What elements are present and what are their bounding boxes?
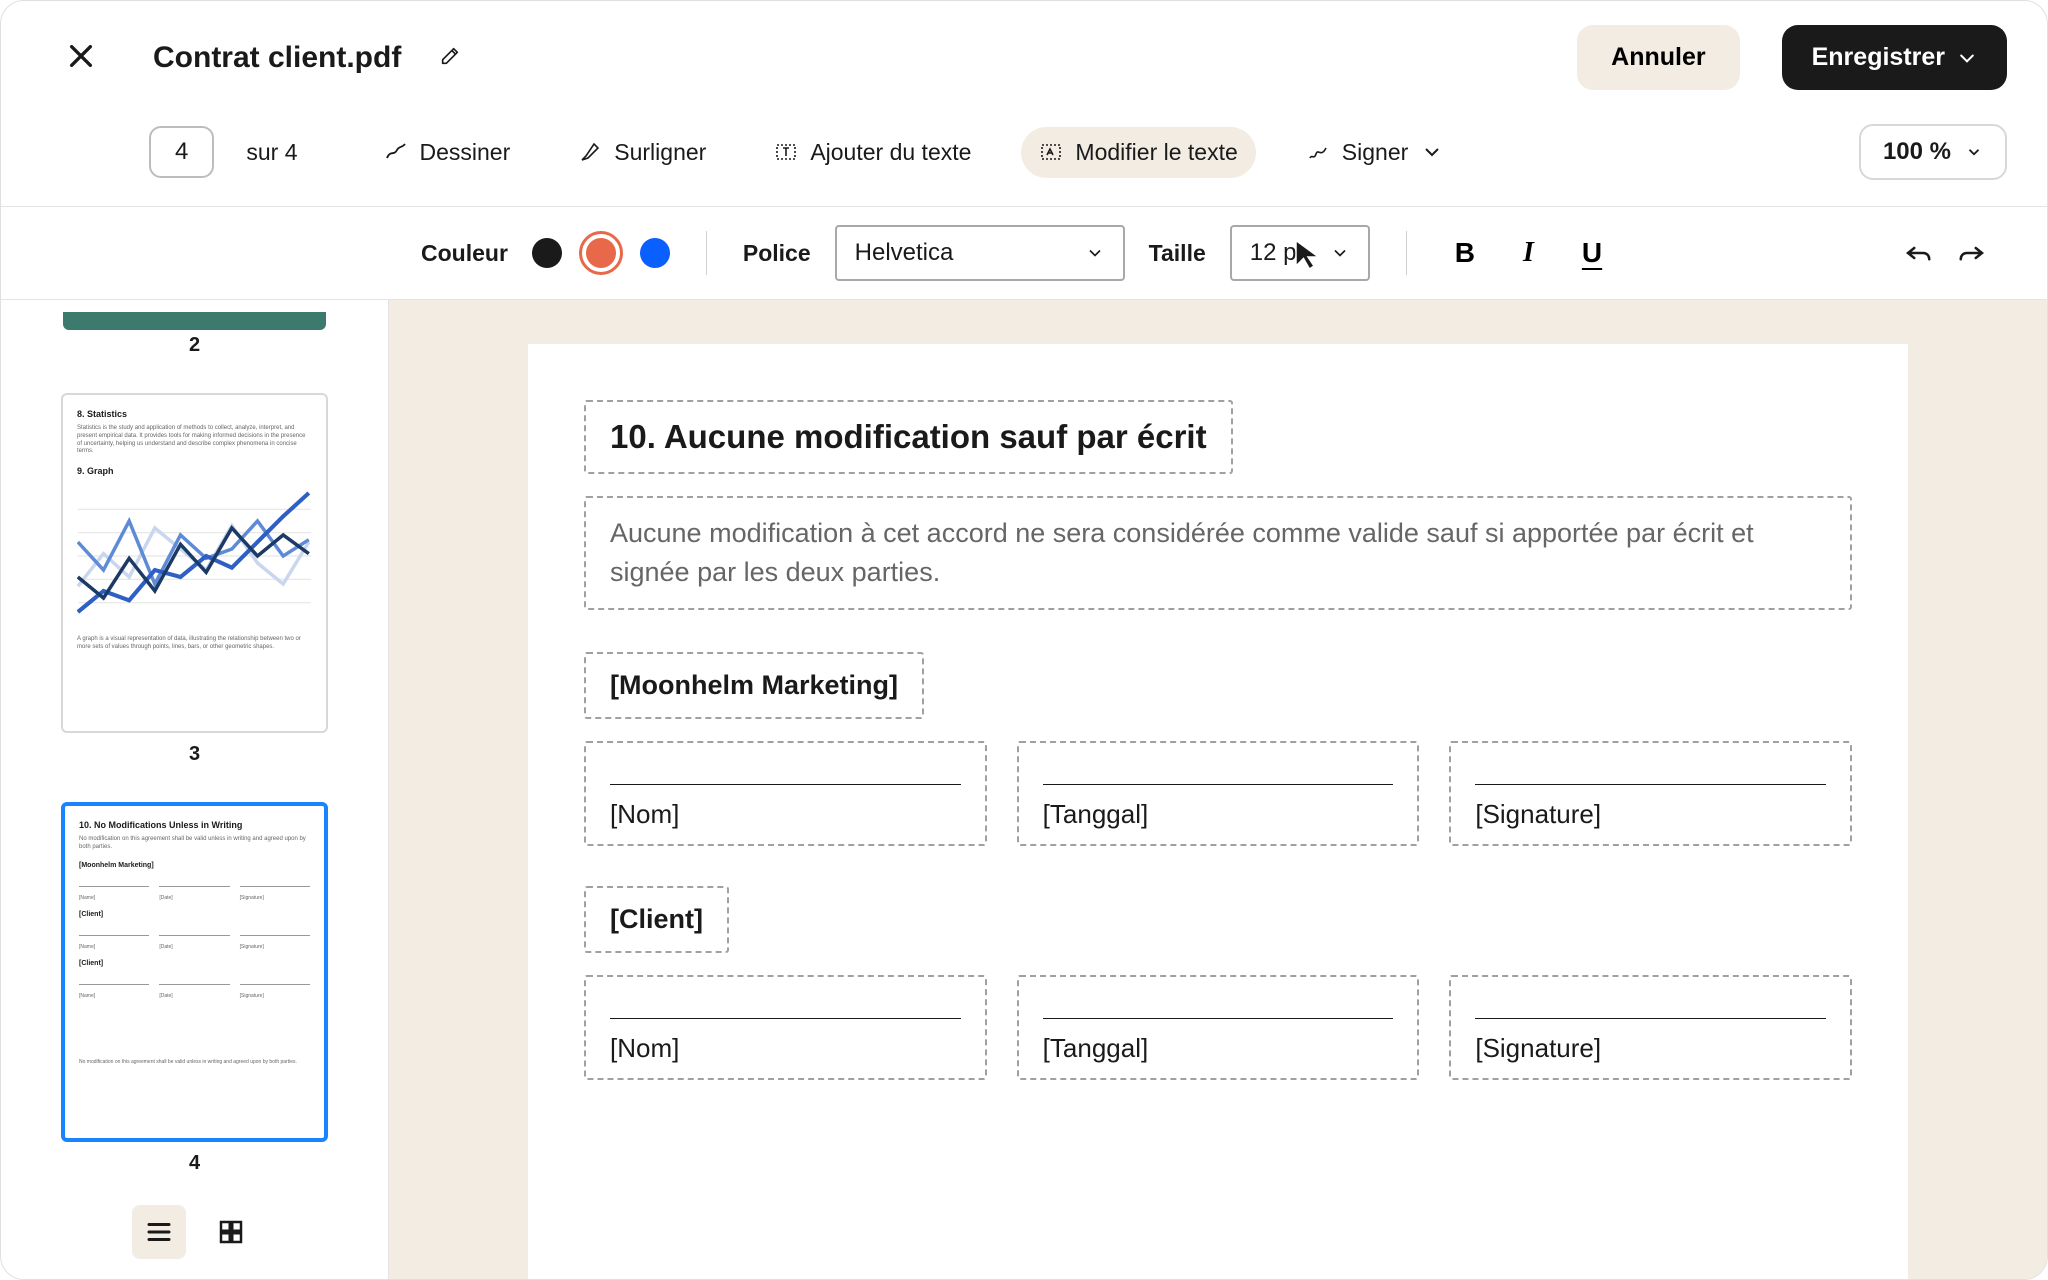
size-label: Taille [1149, 240, 1206, 267]
thumbnail-chart [77, 486, 312, 626]
color-swatch-black[interactable] [532, 238, 562, 268]
view-grid-button[interactable] [204, 1205, 258, 1259]
style-bar: Couleur Police Helvetica Taille 12 pt B … [1, 206, 2047, 299]
tool-sign[interactable]: Signer [1288, 127, 1462, 178]
tool-draw[interactable]: Dessiner [366, 127, 529, 178]
divider [706, 231, 707, 275]
color-swatch-blue[interactable] [640, 238, 670, 268]
undo-icon[interactable] [1903, 238, 1933, 268]
chevron-down-icon [1957, 48, 1977, 68]
italic-button[interactable]: I [1511, 231, 1546, 275]
edit-title-button[interactable] [433, 39, 467, 76]
main: 2 8. Statistics Statistics is the study … [1, 299, 2047, 1279]
signature-field-date[interactable]: [Tanggal] [1017, 741, 1420, 846]
divider [1406, 231, 1407, 275]
thumbnail-number: 4 [61, 1152, 328, 1175]
tool-add-text[interactable]: Ajouter du texte [756, 127, 989, 178]
highlight-icon [578, 140, 602, 164]
editable-heading[interactable]: 10. Aucune modification sauf par écrit [584, 400, 1233, 474]
view-toggle [1, 1185, 388, 1279]
tool-edit-text[interactable]: Modifier le texte [1021, 127, 1255, 178]
chevron-down-icon [1330, 243, 1350, 263]
editable-paragraph[interactable]: Aucune modification à cet accord ne sera… [584, 496, 1852, 610]
bold-button[interactable]: B [1443, 231, 1487, 275]
font-label: Police [743, 240, 811, 267]
close-icon [65, 40, 97, 72]
signature-field-signature[interactable]: [Signature] [1449, 741, 1852, 846]
sign-icon [1306, 140, 1330, 164]
page-total-label: sur 4 [246, 139, 297, 166]
header: Contrat client.pdf Annuler Enregistrer [1, 1, 2047, 114]
document-title: Contrat client.pdf [153, 41, 401, 75]
chevron-down-icon [1965, 143, 1983, 161]
grid-icon [216, 1217, 246, 1247]
page-number-input[interactable]: 4 [149, 126, 214, 178]
signature-field-name[interactable]: [Nom] [584, 741, 987, 846]
cancel-button[interactable]: Annuler [1577, 25, 1739, 90]
signature-field-signature[interactable]: [Signature] [1449, 975, 1852, 1080]
close-button[interactable] [57, 32, 105, 83]
signature-field-name[interactable]: [Nom] [584, 975, 987, 1080]
thumbnail-page-4[interactable]: 10. No Modifications Unless in Writing N… [61, 802, 328, 1142]
pencil-icon [439, 45, 461, 67]
thumbnail-number: 3 [61, 743, 328, 766]
document-page: 10. Aucune modification sauf par écrit A… [528, 344, 1908, 1279]
zoom-select[interactable]: 100 % [1859, 124, 2007, 180]
font-select[interactable]: Helvetica [835, 225, 1125, 281]
signature-row: [Nom] [Tanggal] [Signature] [584, 975, 1852, 1080]
app-frame: Contrat client.pdf Annuler Enregistrer 4… [0, 0, 2048, 1280]
add-text-icon [774, 140, 798, 164]
thumbnail-page-3[interactable]: 8. Statistics Statistics is the study an… [61, 393, 328, 733]
signature-field-date[interactable]: [Tanggal] [1017, 975, 1420, 1080]
chevron-down-icon [1420, 140, 1444, 164]
save-button[interactable]: Enregistrer [1782, 25, 2007, 90]
draw-icon [384, 140, 408, 164]
toolbar: 4 sur 4 Dessiner Surligner Ajouter du te… [1, 114, 2047, 206]
color-swatch-orange[interactable] [586, 238, 616, 268]
redo-icon[interactable] [1957, 238, 1987, 268]
color-label: Couleur [421, 240, 508, 267]
canvas[interactable]: 10. Aucune modification sauf par écrit A… [389, 300, 2047, 1279]
tool-highlight[interactable]: Surligner [560, 127, 724, 178]
edit-text-icon [1039, 140, 1063, 164]
underline-button[interactable]: U [1570, 231, 1614, 275]
view-list-button[interactable] [132, 1205, 186, 1259]
thumbnail-page-2-sliver[interactable] [63, 312, 326, 330]
save-button-label: Enregistrer [1812, 43, 1945, 72]
chevron-down-icon [1085, 243, 1105, 263]
editable-party-label[interactable]: [Client] [584, 886, 729, 953]
signature-row: [Nom] [Tanggal] [Signature] [584, 741, 1852, 846]
sidebar: 2 8. Statistics Statistics is the study … [1, 300, 389, 1279]
editable-party-label[interactable]: [Moonhelm Marketing] [584, 652, 924, 719]
list-icon [144, 1217, 174, 1247]
size-select[interactable]: 12 pt [1230, 225, 1370, 281]
thumbnail-list: 2 8. Statistics Statistics is the study … [1, 300, 388, 1185]
thumbnail-number: 2 [61, 334, 328, 357]
